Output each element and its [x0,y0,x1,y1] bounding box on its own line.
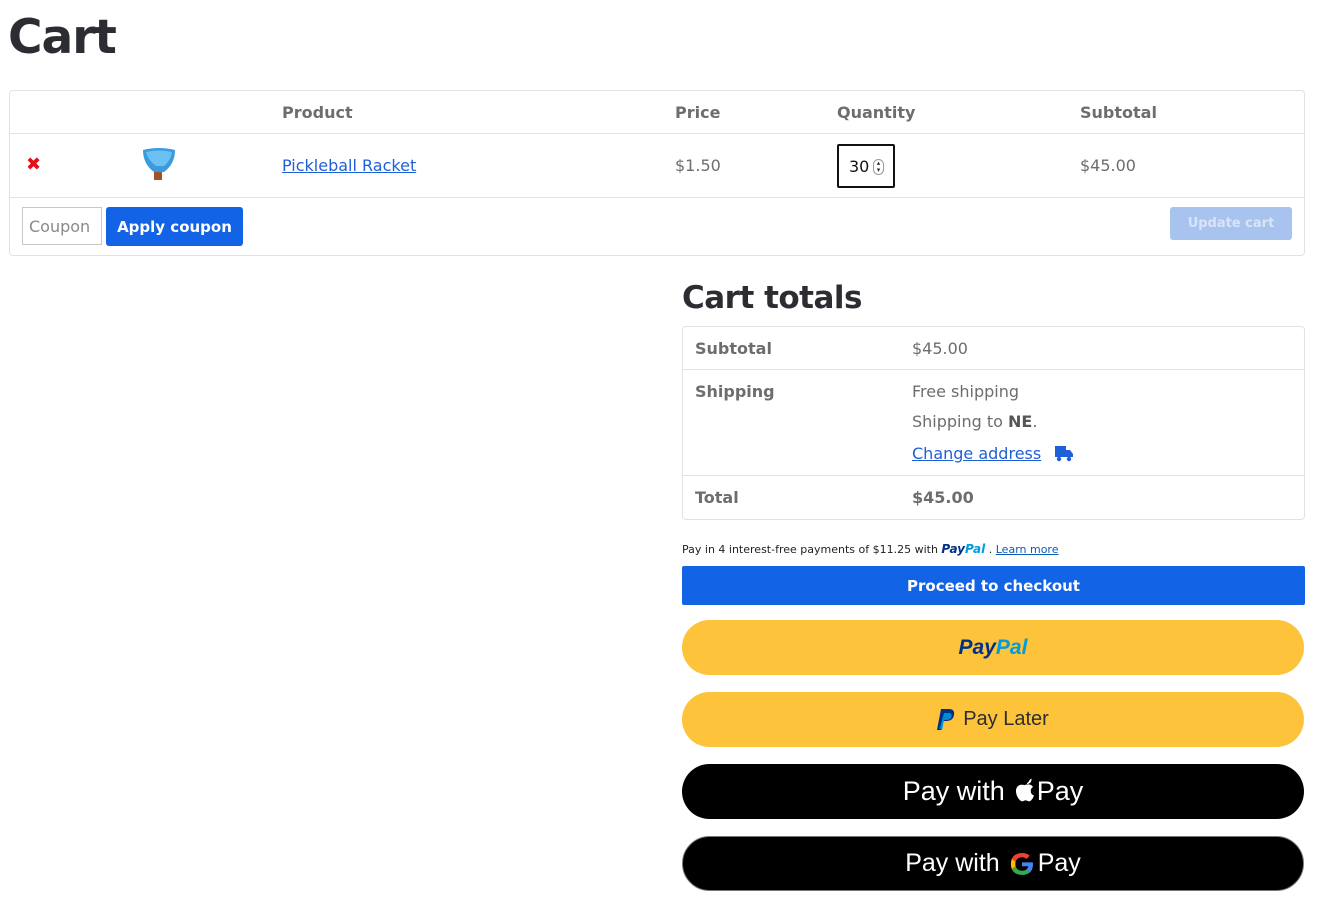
google-g-icon [1010,852,1033,875]
pay-later-label: Pay Later [963,708,1049,730]
proceed-to-checkout-button[interactable]: Proceed to checkout [682,566,1305,605]
total-label: Total [695,488,739,507]
paypal-inline-pal: Pal [965,542,986,556]
apply-coupon-button[interactable]: Apply coupon [106,207,243,246]
paypal-logo-pal: Pal [995,635,1028,659]
google-pay-prefix: Pay with [905,849,1000,877]
totals-subtotal-row: Subtotal $45.00 [683,327,1304,370]
coupon-input[interactable] [22,207,102,245]
remove-item-icon[interactable]: ✖ [26,156,41,174]
item-subtotal: $45.00 [1080,156,1136,175]
paypal-inline-logo: PayPal [941,542,985,556]
quantity-stepper[interactable]: 30 ▴ ▾ [837,144,895,188]
header-subtotal: Subtotal [1080,103,1157,122]
paypal-logo-pay: Pay [958,635,996,659]
table-row: ✖ Pickleball Racket $1.50 30 ▴ ▾ $45.00 [10,134,1304,198]
apple-logo-icon [1015,778,1034,801]
cart-actions: Apply coupon Update cart [10,198,1304,256]
totals-total-row: Total $45.00 [683,476,1304,520]
subtotal-value: $45.00 [912,339,968,358]
google-pay-button[interactable]: Pay with Pay [682,836,1304,891]
cart-totals-title: Cart totals [682,280,863,316]
apple-pay-suffix: Pay [1036,776,1084,806]
apple-pay-prefix: Pay with [902,776,1005,806]
google-pay-suffix: Pay [1037,849,1081,877]
cart-page: Cart Product Price Quantity Subtotal ✖ P… [0,0,1331,917]
learn-more-link[interactable]: Learn more [996,543,1059,556]
cart-totals-table: Subtotal $45.00 Shipping Free shipping S… [682,326,1305,520]
total-value: $45.00 [912,488,974,507]
shipping-label: Shipping [695,382,775,401]
shipping-region: NE [1008,412,1033,431]
change-address-link[interactable]: Change address [912,444,1041,463]
header-product: Product [282,103,353,122]
header-quantity: Quantity [837,103,916,122]
quantity-value: 30 [849,157,870,176]
totals-shipping-row: Shipping Free shipping Shipping to NE. C… [683,370,1304,476]
pickleball-racket-thumbnail-icon[interactable] [142,148,176,184]
apple-pay-button[interactable]: Pay with Pay [682,764,1304,819]
paypal-inline-pay: Pay [941,542,965,556]
paypal-logo: PayPal [959,636,1028,660]
shipping-to-suffix: . [1032,412,1038,431]
shipping-destination: Shipping to NE. [912,412,1037,431]
shipping-method: Free shipping [912,382,1020,401]
paypal-button[interactable]: PayPal [682,620,1304,675]
update-cart-button[interactable]: Update cart [1170,207,1292,240]
pay-in-4-text: Pay in 4 interest-free payments of $11.2… [682,543,938,556]
cart-table: Product Price Quantity Subtotal ✖ Pickle… [9,90,1305,256]
paypal-pay-in-4-message: Pay in 4 interest-free payments of $11.2… [682,542,1058,556]
page-title: Cart [8,10,117,65]
shipping-to-prefix: Shipping to [912,412,1009,431]
spinner-arrows-icon[interactable]: ▴ ▾ [873,159,884,175]
shipping-truck-icon[interactable] [1055,446,1073,462]
paypal-pay-later-button[interactable]: Pay Later [682,692,1304,747]
message-separator: . [988,543,993,556]
product-link[interactable]: Pickleball Racket [282,156,416,175]
item-price: $1.50 [675,156,721,175]
paypal-p-icon [937,708,955,730]
header-price: Price [675,103,721,122]
subtotal-label: Subtotal [695,339,772,358]
cart-table-header: Product Price Quantity Subtotal [10,91,1304,134]
